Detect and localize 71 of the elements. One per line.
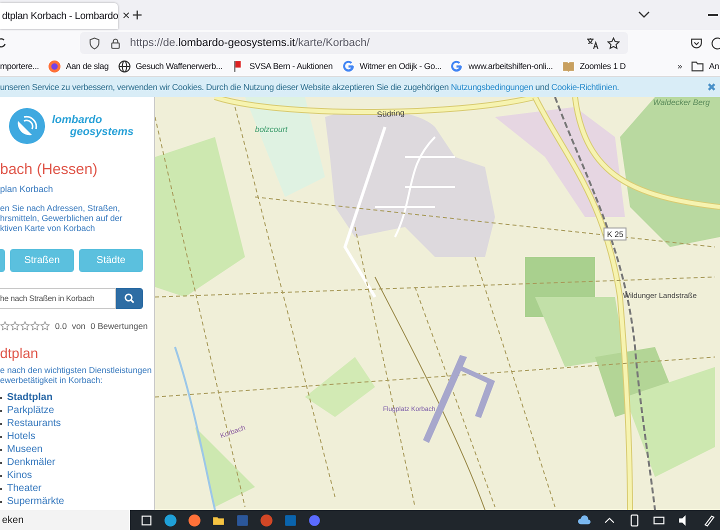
taskbar-search-field[interactable]: eken	[0, 510, 130, 530]
cookie-policy-link[interactable]: Cookie-Richtlinien.	[551, 82, 620, 92]
category-link[interactable]: Theater	[7, 483, 42, 494]
street-label: Südring	[376, 108, 405, 120]
google-icon	[342, 60, 355, 72]
category-link[interactable]: Supermärkte	[7, 496, 64, 507]
star-icon[interactable]	[20, 321, 30, 331]
pocket-icon[interactable]	[690, 36, 703, 50]
road-shield: K 25	[604, 228, 626, 240]
terms-link[interactable]: Nutzungsbedingungen	[450, 82, 534, 92]
section-heading: dtplan	[0, 345, 40, 361]
search-icon	[124, 293, 135, 304]
device-icon[interactable]	[628, 514, 641, 527]
close-banner-button[interactable]: ✖	[707, 80, 716, 94]
other-bookmarks-folder[interactable]: An	[691, 60, 719, 72]
close-tab-button[interactable]: ✕	[122, 10, 130, 22]
category-link[interactable]: Denkmäler	[7, 457, 56, 468]
category-link[interactable]: Museen	[7, 444, 43, 455]
bookmark-item[interactable]: mportere...	[0, 61, 39, 71]
firefox-icon[interactable]	[188, 514, 201, 527]
bookmark-item[interactable]: SVSA Bern - Auktionen	[231, 60, 333, 72]
powerpoint-icon[interactable]	[260, 514, 273, 527]
pen-icon[interactable]	[703, 514, 716, 527]
star-icon[interactable]	[0, 321, 10, 331]
section-text: e nach den wichtigsten Dienstleistungen ewerbetätigkeit in Korbach:	[0, 365, 153, 385]
bookmark-item[interactable]: Zoomles 1 D	[562, 60, 626, 72]
intro-text: en Sie nach Adressen, Straßen, hrsmitteln, Gewerblichen auf der ktiven Karte von Korbach	[0, 203, 124, 233]
address-bar[interactable]: https://de.lombardo-geosystems.it/karte/Korbach/	[80, 32, 628, 54]
translate-icon[interactable]	[586, 36, 599, 50]
page-title: bach (Hessen)	[0, 161, 99, 178]
star-rating[interactable]	[0, 321, 50, 331]
satellite-dish-logo	[8, 107, 46, 145]
brand-name: lombardo geosystems	[52, 114, 134, 138]
star-icon[interactable]	[40, 321, 50, 331]
shield-icon	[88, 36, 101, 50]
category-link[interactable]: Hotels	[7, 431, 36, 442]
lock-icon	[109, 36, 122, 50]
outlook-icon[interactable]	[284, 514, 297, 527]
bookmark-item[interactable]: Aan de slag	[48, 60, 109, 72]
star-icon[interactable]	[607, 36, 620, 50]
search-button[interactable]	[116, 288, 143, 309]
globe-icon	[118, 60, 131, 72]
battery-icon[interactable]	[653, 514, 666, 527]
cloud-icon[interactable]	[578, 514, 591, 527]
rating-score: 0.0	[55, 321, 67, 331]
bookmark-item[interactable]: Gesuch Waffenerwerb...	[118, 60, 222, 72]
book-icon	[562, 60, 575, 72]
category-link[interactable]: Kinos	[7, 470, 32, 481]
google-icon	[450, 60, 464, 72]
star-icon[interactable]	[30, 321, 40, 331]
cookie-notice: unseren Service zu verbessern, verwenden wir Cookies. Durch die Nutzung dieser Website akzeptieren Sie die zugehörigen Nutzungsbedingungen und Cookie-Richtlinien.	[0, 82, 620, 92]
rating-count: 0 Bewertungen	[90, 321, 148, 331]
more-bookmarks-button[interactable]: »	[677, 61, 682, 71]
search-field[interactable]: he nach Straßen in Korbach	[0, 288, 116, 309]
bookmark-item[interactable]: www.arbeitshilfen-onli...	[450, 60, 553, 72]
category-link[interactable]: Restaurants	[7, 418, 61, 429]
area-label: Waldecker Berg	[653, 98, 710, 107]
category-link[interactable]: Parkplätze	[7, 405, 54, 416]
category-link[interactable]: Stadtplan	[7, 392, 53, 403]
app-circle-icon[interactable]	[308, 514, 321, 527]
task-view-icon[interactable]	[140, 514, 153, 527]
place-label: bolzcourt	[255, 125, 288, 134]
chevron-down-icon[interactable]	[638, 10, 650, 20]
folder-icon	[691, 60, 704, 72]
new-tab-button[interactable]: +	[132, 4, 143, 26]
bookmark-item[interactable]: Witmer en Odijk - Go...	[342, 60, 442, 72]
breadcrumb-link[interactable]: plan Korbach	[0, 184, 154, 194]
rating-separator: von	[72, 321, 86, 331]
browser-icon	[48, 60, 61, 72]
star-icon[interactable]	[10, 321, 20, 331]
edge-browser-icon[interactable]	[164, 514, 177, 527]
